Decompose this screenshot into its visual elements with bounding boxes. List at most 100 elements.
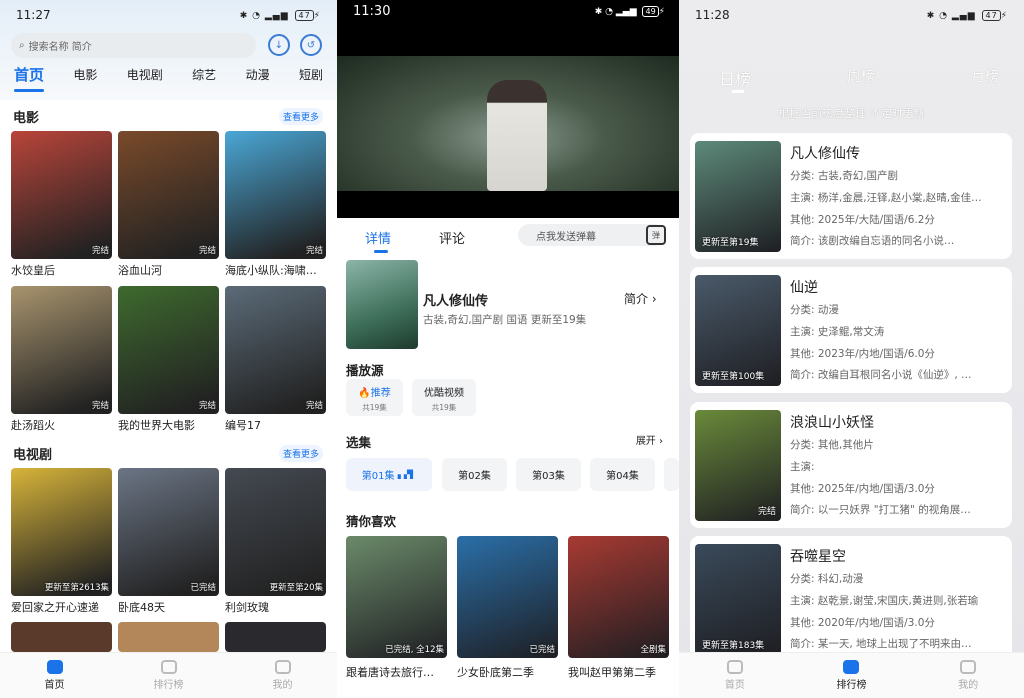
tab-comments[interactable]: 评论 [439, 228, 465, 247]
movie-card[interactable]: 完结 我的世界大电影 [118, 286, 219, 433]
episode-button[interactable]: 第01集 ▖▞▌ [346, 458, 432, 491]
status-icons: ✱ ◔ ▂▄▆ 47 ⚡ [239, 9, 321, 21]
nav-label: 我的 [272, 680, 293, 691]
episode-button[interactable] [664, 458, 679, 491]
poster: 完结 [118, 286, 219, 414]
rank-intro: 简介: 改编自耳根同名小说《仙逆》, … [790, 369, 972, 381]
status-badge: 完结 [757, 507, 776, 517]
movie-card[interactable]: 完结 浴血山河 [118, 131, 219, 278]
rank-intro: 简介: 某一天, 地球上出现了不明来由… [790, 638, 972, 650]
ranking-tabs: 日榜 周榜 月榜 [719, 66, 999, 90]
source-recommended[interactable]: 🔥推荐 共19集 [346, 379, 403, 416]
poster: 完结 [11, 286, 112, 414]
video-frame [337, 56, 679, 191]
tab-tv[interactable]: 电视剧 [127, 66, 163, 85]
rank-cast: 主演: 赵乾景,谢莹,宋国庆,黄进则,张若瑜 [790, 595, 979, 607]
tv-section-title: 电视剧 [13, 448, 53, 463]
tab-shorts[interactable]: 短剧 [299, 66, 323, 85]
card-title: 卧底48天 [118, 601, 165, 614]
tv-card[interactable]: 更新至第2613集爱回家之开心速递 [11, 468, 112, 615]
status-badge: 完结 [91, 246, 109, 256]
danmu-input[interactable]: 点我发送弹幕 弹 [518, 224, 666, 246]
tab-anime[interactable]: 动漫 [246, 66, 270, 85]
status-badge: 更新至第2613集 [44, 583, 109, 593]
nav-ranking[interactable]: 排行榜 [154, 660, 184, 691]
rank-other: 其他: 2025年/大陆/国语/6.2分 [790, 214, 935, 226]
poster: 更新至第100集 [695, 275, 781, 386]
nav-profile[interactable]: 我的 [958, 660, 978, 691]
nav-home[interactable]: 首页 [725, 660, 745, 691]
ranking-icon [843, 660, 860, 674]
tv-more-link[interactable]: 查看更多 [278, 445, 323, 462]
rec-poster[interactable]: 全剧集 [568, 536, 669, 658]
movie-card[interactable]: 完结 海底小纵队:海啸… [225, 131, 326, 278]
card-title: 赴汤蹈火 [11, 419, 55, 432]
home-screen: 11:27 ✱ ◔ ▂▄▆ 47 ⚡ ⌕ 搜索名称 简介 ↓ ↺ 首页 电影 电视… [0, 0, 337, 698]
video-figure [487, 80, 547, 191]
movie-card[interactable]: 完结 编号17 [225, 286, 326, 433]
tab-home[interactable]: 首页 [14, 64, 44, 85]
expand-link[interactable]: 展开 › [636, 432, 663, 447]
movie-more-link[interactable]: 查看更多 [278, 108, 323, 125]
tab-variety[interactable]: 综艺 [192, 66, 216, 85]
intro-link[interactable]: 简介 › [624, 290, 657, 307]
tab-daily[interactable]: 日榜 [719, 66, 751, 90]
rank-other: 其他: 2023年/内地/国语/6.0分 [790, 348, 935, 360]
tab-weekly[interactable]: 周榜 [847, 66, 875, 90]
episode-button[interactable]: 第02集 [442, 458, 507, 491]
battery-icon: 47 [295, 9, 314, 21]
episode-button[interactable]: 第03集 [516, 458, 581, 491]
chevron-right-icon: › [651, 292, 657, 306]
status-badge: 完结 [305, 401, 323, 411]
tab-monthly[interactable]: 月榜 [971, 66, 999, 90]
poster [225, 622, 326, 652]
episode-button[interactable]: 第04集 [590, 458, 655, 491]
nav-home[interactable]: 首页 [45, 660, 65, 691]
tv-card[interactable]: 更新至第20集 利剑玫瑰 [225, 468, 326, 615]
ranking-icon [160, 660, 177, 674]
rec-poster[interactable]: 已完结, 全12集 [346, 536, 447, 658]
rank-item[interactable]: 完结 浪浪山小妖怪 分类: 其他,其他片 主演: 其他: 2025年/内地/国语… [690, 402, 1012, 528]
poster: 更新至第2613集 [11, 468, 112, 596]
profile-icon [274, 660, 291, 674]
episodes-title: 选集 [346, 435, 372, 450]
search-input[interactable]: ⌕ 搜索名称 简介 [11, 33, 256, 58]
active-tab-indicator [14, 89, 44, 92]
poster: 已完结 [118, 468, 219, 596]
status-badge: 已完结 [190, 583, 216, 593]
rec-title: 我叫赵甲第第二季 [568, 666, 656, 679]
rank-item[interactable]: 更新至第19集 凡人修仙传 分类: 古装,奇幻,国产剧 主演: 杨洋,金晨,汪铎… [690, 133, 1012, 259]
poster: 完结 [695, 410, 781, 521]
movie-card[interactable]: 完结 水饺皇后 [11, 131, 112, 278]
tv-card[interactable]: 已完结卧底48天 [118, 468, 219, 615]
download-icon[interactable]: ↓ [268, 34, 290, 56]
battery-icon: 47 [982, 9, 1001, 21]
rank-item[interactable]: 更新至第100集 仙逆 分类: 动漫 主演: 史泽鲲,常文涛 其他: 2023年… [690, 267, 1012, 393]
danmu-toggle-icon[interactable]: 弹 [646, 225, 666, 245]
nav-profile[interactable]: 我的 [273, 660, 293, 691]
video-player[interactable]: 11:30 ✱ ◔ ▂▄▆ 49 ⚡ [337, 0, 679, 218]
show-info: 古装,奇幻,国产剧 国语 更新至19集 [423, 314, 587, 326]
status-icons: ✱ ◔ ▂▄▆ 47 ⚡ [926, 9, 1008, 21]
source-youku[interactable]: 优酷视频 共19集 [412, 379, 476, 416]
rank-item[interactable]: 更新至第183集 吞噬星空 分类: 科幻,动漫 主演: 赵乾景,谢莹,宋国庆,黄… [690, 536, 1012, 662]
tab-movies[interactable]: 电影 [73, 66, 97, 85]
status-badge: 更新至第183集 [702, 641, 765, 651]
home-icon [726, 660, 743, 674]
rank-other: 其他: 2020年/内地/国语/3.0分 [790, 617, 935, 629]
poster: 更新至第183集 [695, 544, 781, 655]
status-badge: 完结 [198, 401, 216, 411]
playing-icon: ▖▞▌ [397, 470, 417, 479]
rec-title: 少女卧底第二季 [457, 666, 534, 679]
history-icon[interactable]: ↺ [300, 34, 322, 56]
rec-poster[interactable]: 已完结 [457, 536, 558, 658]
status-time: 11:30 [353, 4, 391, 19]
rank-category: 分类: 动漫 [790, 304, 839, 316]
movie-card[interactable]: 完结 赴汤蹈火 [11, 286, 112, 433]
tab-details[interactable]: 详情 [365, 228, 391, 247]
nav-ranking[interactable]: 排行榜 [836, 660, 866, 691]
status-badge: 更新至第100集 [702, 372, 765, 382]
card-title: 爱回家之开心速递 [11, 601, 99, 614]
guess-title: 猜你喜欢 [346, 514, 397, 529]
status-badge: 已完结 [529, 645, 555, 655]
